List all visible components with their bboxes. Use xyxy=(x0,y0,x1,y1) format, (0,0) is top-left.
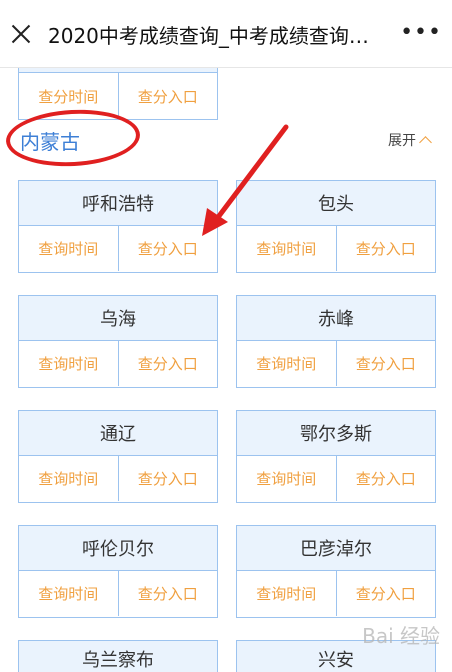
annotation-arrow xyxy=(202,124,289,236)
arrow-shaft xyxy=(213,124,289,223)
watermark: Bai 经验 xyxy=(362,624,440,648)
